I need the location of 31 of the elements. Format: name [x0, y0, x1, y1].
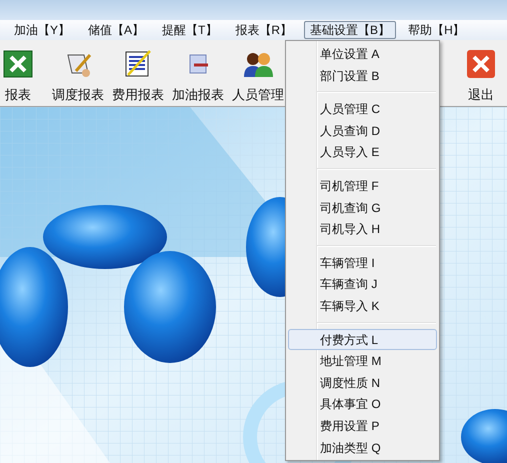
menu-option[interactable]: 司机管理 F [288, 174, 437, 197]
menu-option[interactable]: 人员导入 E [288, 141, 437, 163]
menu-option[interactable]: 单位设置 A [288, 43, 437, 65]
menu-option[interactable]: 地址管理 M [288, 350, 437, 372]
menu-option[interactable]: 人员查询 D [288, 120, 437, 142]
menu-item[interactable]: 提醒【T】 [156, 21, 224, 39]
menu-item[interactable]: 报表【R】 [229, 21, 298, 39]
toolbar-button[interactable]: 加油报表 [172, 85, 224, 104]
menu-option[interactable]: 具体事宜 O [288, 393, 437, 415]
toolbar-button[interactable]: 费用报表 [112, 85, 164, 104]
menu-item[interactable]: 帮助【H】 [402, 21, 471, 39]
toolbar-button[interactable]: 人员管理 [232, 85, 284, 104]
menu-option[interactable]: 车辆导入 K [288, 294, 437, 317]
toolbar-button[interactable]: 调度报表 [52, 85, 104, 104]
menu-option[interactable]: 司机查询 G [288, 196, 437, 218]
spreadsheet-icon [2, 49, 34, 79]
menu-item[interactable]: 加油【Y】 [8, 21, 76, 39]
menu-option[interactable]: 司机导入 H [288, 218, 437, 240]
menu-item[interactable]: 基础设置【B】 [304, 21, 396, 39]
menu-option[interactable]: 付费方式 L [288, 328, 437, 350]
menu-option[interactable]: 调度性质 N [288, 372, 437, 394]
menu-option[interactable]: 费用设置 P [288, 414, 437, 436]
menu-option[interactable]: 人员管理 C [288, 98, 437, 120]
menu-item[interactable]: 储值【A】 [82, 21, 150, 39]
toolbar-button[interactable]: 退出 [468, 85, 494, 104]
close-icon [465, 49, 497, 79]
menu-option[interactable]: 加油类型 Q [288, 436, 437, 458]
menu-option[interactable]: 车辆管理 I [288, 252, 437, 274]
menu-option[interactable]: 车辆查询 J [288, 273, 437, 295]
menu-option[interactable]: 部门设置 B [288, 64, 437, 86]
toolbar-button[interactable]: 报表 [5, 85, 31, 104]
